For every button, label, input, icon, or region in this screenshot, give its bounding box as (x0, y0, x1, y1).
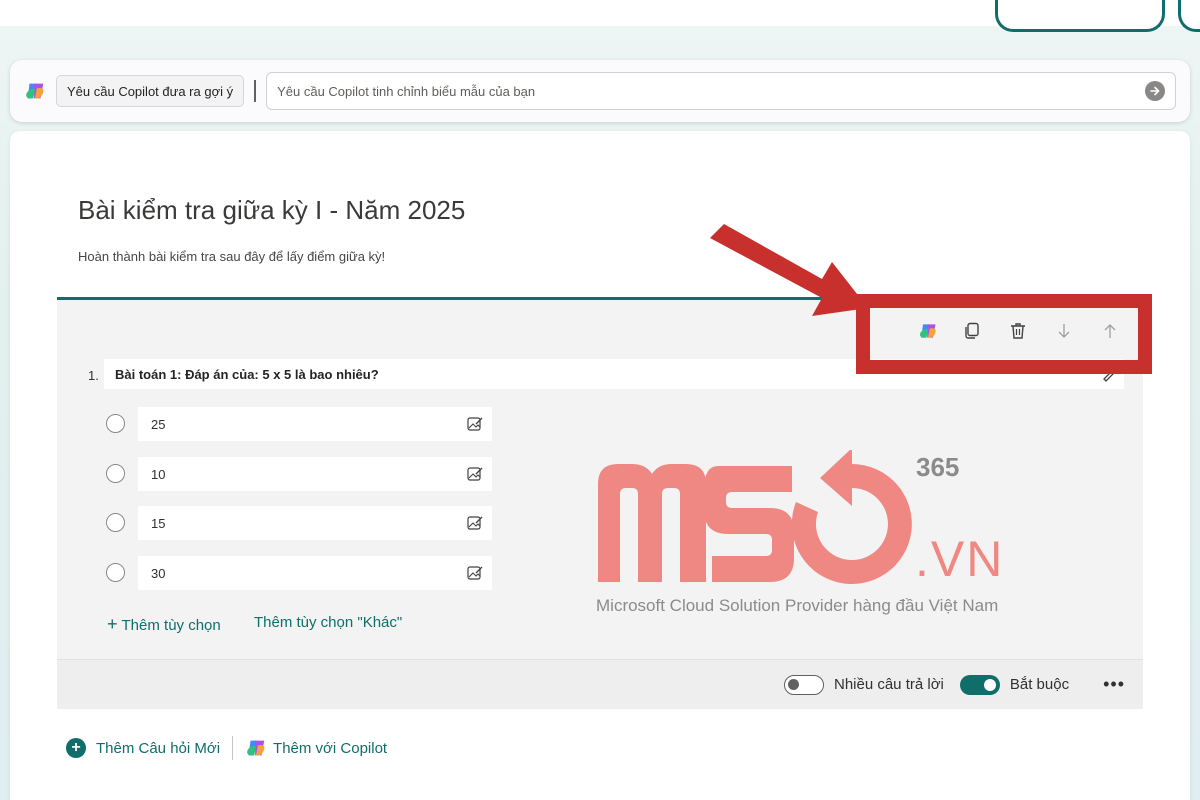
add-circle-icon[interactable]: + (66, 738, 86, 758)
action-divider (232, 736, 234, 760)
bar-divider (254, 80, 257, 102)
top-action-button[interactable] (995, 0, 1165, 32)
copilot-refine-placeholder: Yêu cầu Copilot tinh chỉnh biểu mẫu của … (277, 83, 536, 99)
required-label: Bắt buộc (1009, 676, 1070, 693)
form-title[interactable]: Bài kiểm tra giữa kỳ I - Năm 2025 (78, 195, 465, 226)
bottom-actions: + Thêm Câu hỏi Mới Thêm với Copilot (66, 736, 387, 760)
form-description[interactable]: Hoàn thành bài kiểm tra sau đây để lấy đ… (78, 249, 385, 264)
option-radio[interactable] (106, 414, 125, 433)
required-toggle[interactable] (959, 674, 1000, 695)
toggle-knob (983, 678, 996, 691)
choice-option: 15 (104, 506, 494, 540)
add-other-label: Thêm tùy chọn "Khác" (254, 614, 403, 631)
question-footer: Nhiều câu trả lời Bắt buộc ••• (57, 659, 1143, 709)
option-radio[interactable] (106, 563, 125, 582)
top-action-button-2[interactable] (1178, 0, 1200, 32)
choice-option: 25 (104, 407, 494, 441)
question-number: 1. (88, 368, 99, 383)
insert-image-icon[interactable] (466, 415, 484, 433)
add-other-option-button[interactable]: Thêm tùy chọn "Khác" (254, 614, 402, 631)
option-text: 15 (151, 515, 166, 531)
multiple-answers-label: Nhiều câu trả lời (833, 676, 944, 693)
add-with-copilot-button[interactable]: Thêm với Copilot (273, 740, 387, 757)
watermark-suffix: .VN (915, 531, 1005, 587)
option-input[interactable]: 10 (138, 457, 492, 491)
watermark-superscript: 365 (916, 452, 960, 482)
option-text: 25 (151, 416, 166, 432)
choice-option: 10 (104, 457, 494, 491)
copilot-suggest-label: Yêu cầu Copilot đưa ra gợi ý (67, 83, 234, 99)
option-text: 30 (151, 565, 166, 581)
insert-image-icon[interactable] (466, 564, 484, 582)
option-radio[interactable] (106, 513, 125, 532)
insert-image-icon[interactable] (466, 465, 484, 483)
insert-image-icon[interactable] (466, 514, 484, 532)
add-question-button[interactable]: Thêm Câu hỏi Mới (96, 740, 220, 757)
mso-watermark-logo (598, 450, 912, 584)
add-option-button[interactable]: + Thêm tùy chọn (107, 614, 221, 635)
copilot-icon (26, 83, 44, 99)
option-text: 10 (151, 466, 166, 482)
copilot-refine-input[interactable]: Yêu cầu Copilot tinh chỉnh biểu mẫu của … (266, 72, 1176, 110)
red-highlight-box (856, 294, 1152, 374)
add-option-label: Thêm tùy chọn (121, 617, 221, 634)
option-input[interactable]: 25 (138, 407, 492, 441)
more-options-icon[interactable]: ••• (1103, 674, 1125, 695)
send-arrow-icon[interactable] (1145, 81, 1165, 101)
copilot-bar: Yêu cầu Copilot đưa ra gợi ý Yêu cầu Cop… (10, 60, 1190, 122)
multiple-answers-toggle[interactable] (783, 674, 824, 695)
question-title: Bài toán 1: Đáp án của: 5 x 5 là bao nhi… (115, 366, 379, 382)
toggle-knob (787, 678, 799, 690)
copilot-suggest-button[interactable]: Yêu cầu Copilot đưa ra gợi ý (56, 75, 245, 107)
copilot-icon[interactable] (245, 737, 267, 759)
choice-option: 30 (104, 556, 494, 590)
plus-icon: + (107, 614, 118, 634)
option-input[interactable]: 30 (138, 556, 492, 590)
option-radio[interactable] (106, 464, 125, 483)
watermark-tagline: Microsoft Cloud Solution Provider hàng đ… (596, 596, 999, 615)
option-input[interactable]: 15 (138, 506, 492, 540)
